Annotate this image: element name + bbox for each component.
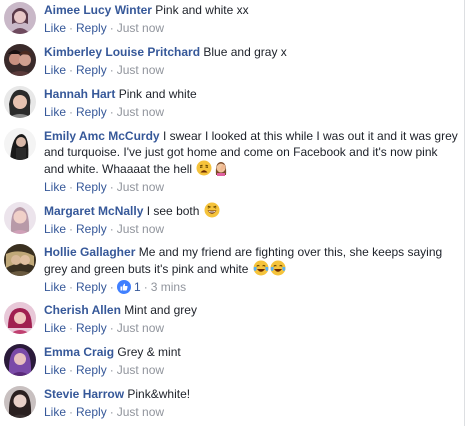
separator: ·: [69, 21, 74, 35]
avatar[interactable]: [4, 202, 36, 234]
separator: ·: [69, 222, 74, 236]
comment-author[interactable]: Kimberley Louise Pritchard: [44, 45, 200, 59]
avatar[interactable]: [4, 44, 36, 76]
reply-link[interactable]: Reply: [76, 321, 107, 335]
separator: ·: [69, 363, 74, 377]
separator: ·: [109, 321, 114, 335]
separator: ·: [69, 180, 74, 194]
comment-author[interactable]: Aimee Lucy Winter: [44, 3, 152, 17]
crying-laughing-icon: [270, 260, 286, 276]
comment-message: I see both: [146, 204, 200, 218]
comment-message: Mint and grey: [124, 303, 197, 317]
timestamp[interactable]: Just now: [117, 63, 164, 77]
reply-link[interactable]: Reply: [76, 63, 107, 77]
laughing-face-icon: [204, 202, 220, 218]
avatar[interactable]: [4, 128, 36, 160]
separator: ·: [109, 363, 114, 377]
comment-actions: Like · Reply · Just now: [44, 179, 460, 195]
separator: ·: [109, 222, 114, 236]
comment-actions: Like · Reply · Just now: [44, 221, 460, 237]
timestamp[interactable]: Just now: [117, 222, 164, 236]
comment-author[interactable]: Emily Amc McCurdy: [44, 129, 160, 143]
like-link[interactable]: Like: [44, 105, 66, 119]
avatar[interactable]: [4, 386, 36, 418]
reply-link[interactable]: Reply: [76, 222, 107, 236]
separator: ·: [109, 280, 114, 294]
separator: ·: [143, 280, 148, 294]
comment-text: Cherish Allen Mint and grey: [44, 302, 460, 318]
reply-link[interactable]: Reply: [76, 280, 107, 294]
separator: ·: [69, 63, 74, 77]
separator: ·: [109, 21, 114, 35]
comment-message: Pink and white xx: [155, 3, 249, 17]
comment-actions: Like · Reply · Just now: [44, 104, 460, 120]
timestamp[interactable]: 3 mins: [151, 280, 186, 294]
crying-laughing-icon: [253, 260, 269, 276]
comment-text: Hollie Gallagher Me and my friend are fi…: [44, 244, 460, 277]
tired-face-icon: [196, 160, 212, 176]
like-link[interactable]: Like: [44, 405, 66, 419]
comment-actions: Like · Reply · Just now: [44, 320, 460, 336]
comment-actions: Like · Reply · Just now: [44, 62, 460, 78]
like-link[interactable]: Like: [44, 222, 66, 236]
comment-message: Blue and gray x: [203, 45, 287, 59]
separator: ·: [69, 405, 74, 419]
reply-link[interactable]: Reply: [76, 363, 107, 377]
like-count[interactable]: 1: [134, 280, 141, 294]
avatar[interactable]: [4, 244, 36, 276]
separator: ·: [109, 405, 114, 419]
timestamp[interactable]: Just now: [117, 321, 164, 335]
comment-actions: Like · Reply · Just now: [44, 404, 460, 420]
comment-author[interactable]: Emma Craig: [44, 345, 114, 359]
reply-link[interactable]: Reply: [76, 105, 107, 119]
like-link[interactable]: Like: [44, 280, 66, 294]
comment-text: Aimee Lucy Winter Pink and white xx: [44, 2, 460, 18]
reply-link[interactable]: Reply: [76, 21, 107, 35]
avatar[interactable]: [4, 344, 36, 376]
comment-text: Emma Craig Grey & mint: [44, 344, 460, 360]
comment-text: Hannah Hart Pink and white: [44, 86, 460, 102]
comment-message: Pink and white: [118, 87, 197, 101]
woman-facepalming-icon: [213, 160, 229, 176]
timestamp[interactable]: Just now: [117, 363, 164, 377]
thumbs-up-icon[interactable]: [116, 280, 131, 294]
timestamp[interactable]: Just now: [117, 105, 164, 119]
timestamp[interactable]: Just now: [117, 21, 164, 35]
comment-author[interactable]: Hannah Hart: [44, 87, 115, 101]
comment-actions: Like · Reply · 1 · 3 mins: [44, 279, 460, 295]
comment-message: Grey & mint: [117, 345, 181, 359]
timestamp[interactable]: Just now: [117, 405, 164, 419]
comment-text: Kimberley Louise Pritchard Blue and gray…: [44, 44, 460, 60]
comment-author[interactable]: Stevie Harrow: [44, 387, 124, 401]
avatar[interactable]: [4, 86, 36, 118]
like-link[interactable]: Like: [44, 363, 66, 377]
separator: ·: [109, 180, 114, 194]
separator: ·: [69, 105, 74, 119]
separator: ·: [69, 321, 74, 335]
separator: ·: [109, 63, 114, 77]
like-link[interactable]: Like: [44, 180, 66, 194]
like-link[interactable]: Like: [44, 21, 66, 35]
reply-link[interactable]: Reply: [76, 405, 107, 419]
comment-actions: Like · Reply · Just now: [44, 362, 460, 378]
comment-thread: Aimee Lucy Winter Pink and white xx Like…: [0, 0, 465, 426]
like-link[interactable]: Like: [44, 321, 66, 335]
like-link[interactable]: Like: [44, 63, 66, 77]
avatar[interactable]: [4, 302, 36, 334]
comment-author[interactable]: Cherish Allen: [44, 303, 121, 317]
comment-author[interactable]: Margaret McNally: [44, 204, 143, 218]
reply-link[interactable]: Reply: [76, 180, 107, 194]
separator: ·: [69, 280, 74, 294]
comment-text: Emily Amc McCurdy I swear I looked at th…: [44, 128, 460, 177]
comment-actions: Like · Reply · Just now: [44, 20, 460, 36]
avatar[interactable]: [4, 2, 36, 34]
comment-text: Stevie Harrow Pink&white!: [44, 386, 460, 402]
separator: ·: [109, 105, 114, 119]
timestamp[interactable]: Just now: [117, 180, 164, 194]
comment-text: Margaret McNally I see both: [44, 202, 460, 219]
comment-message: Pink&white!: [127, 387, 191, 401]
comment-author[interactable]: Hollie Gallagher: [44, 245, 135, 259]
